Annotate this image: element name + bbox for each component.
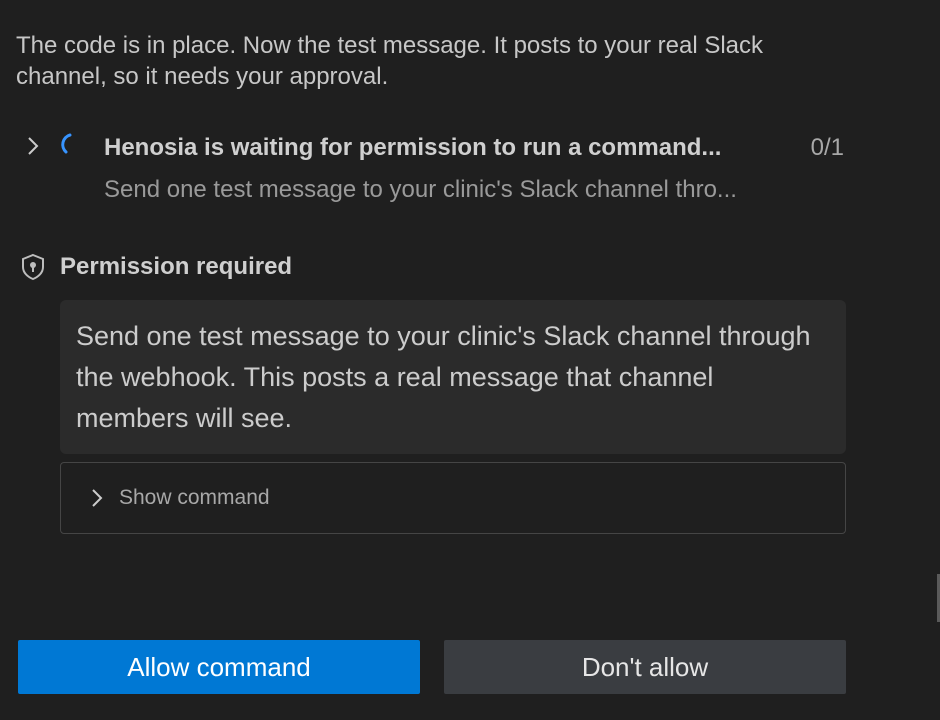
chevron-right-icon[interactable] <box>24 135 42 157</box>
task-status-row[interactable]: Henosia is waiting for permission to run… <box>20 128 850 218</box>
assistant-message: The code is in place. Now the test messa… <box>16 30 876 92</box>
shield-icon <box>22 253 44 281</box>
allow-command-button[interactable]: Allow command <box>18 640 420 694</box>
permission-panel: The code is in place. Now the test messa… <box>0 0 940 720</box>
permission-title: Permission required <box>60 253 293 280</box>
task-title: Henosia is waiting for permission to run… <box>104 134 722 161</box>
assistant-message-line-1: The code is in place. Now the test messa… <box>16 32 764 59</box>
task-progress-count: 0/1 <box>810 134 844 161</box>
show-command-toggle[interactable]: Show command <box>60 462 846 534</box>
chevron-right-icon <box>92 489 103 507</box>
permission-description: Send one test message to your clinic's S… <box>76 321 811 433</box>
spinner-icon <box>61 133 72 154</box>
dont-allow-button[interactable]: Don't allow <box>444 640 846 694</box>
assistant-message-line-2: channel, so it needs your approval. <box>16 63 389 90</box>
permission-header: Permission required <box>18 250 292 284</box>
permission-description-box: Send one test message to your clinic's S… <box>60 300 846 454</box>
task-subtitle: Send one test message to your clinic's S… <box>104 176 737 203</box>
show-command-label: Show command <box>119 486 270 509</box>
